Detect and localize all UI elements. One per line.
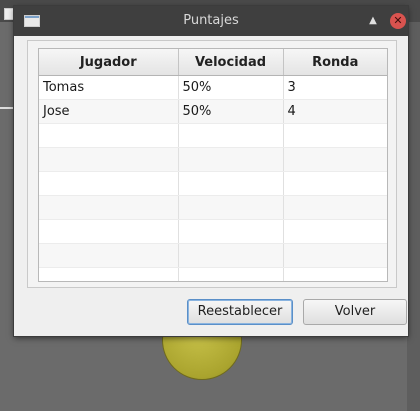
table-cell: [283, 171, 387, 196]
table-cell: [39, 171, 179, 196]
table-cell: [178, 171, 284, 196]
close-icon[interactable]: ✕: [390, 13, 406, 29]
table-cell: [283, 267, 387, 281]
table-cell: [178, 123, 284, 148]
table-row[interactable]: [39, 243, 387, 268]
table-cell: [178, 147, 284, 172]
table-row[interactable]: Jose 50% 4: [39, 99, 387, 124]
table-row[interactable]: [39, 195, 387, 220]
dialog-titlebar[interactable]: Puntajes ▲ ✕: [14, 6, 408, 36]
table-cell: [39, 123, 179, 148]
table-row[interactable]: [39, 123, 387, 148]
table-cell: 4: [283, 99, 387, 124]
table-cell: [39, 267, 179, 281]
table-cell: [283, 147, 387, 172]
column-header-jugador[interactable]: Jugador: [39, 49, 179, 76]
table-cell: [283, 195, 387, 220]
table-row[interactable]: Tomas 50% 3: [39, 75, 387, 100]
table-cell: Tomas: [39, 75, 179, 100]
table-cell: [283, 243, 387, 268]
table-cell: [39, 147, 179, 172]
content-panel: Jugador Velocidad Ronda Tomas 50% 3 Jose 50%…: [27, 40, 397, 288]
table-cell: [39, 195, 179, 220]
maximize-icon[interactable]: ▲: [366, 15, 380, 27]
table-row[interactable]: [39, 171, 387, 196]
dialog-title: Puntajes: [183, 13, 239, 28]
scores-table[interactable]: Jugador Velocidad Ronda Tomas 50% 3 Jose 50%…: [38, 48, 388, 282]
reset-button[interactable]: Reestablecer: [187, 299, 293, 325]
table-cell: [178, 267, 284, 281]
table-cell: Jose: [39, 99, 179, 124]
column-header-ronda[interactable]: Ronda: [283, 49, 387, 76]
table-cell: 50%: [178, 99, 284, 124]
table-row[interactable]: [39, 147, 387, 172]
table-header-row: Jugador Velocidad Ronda: [39, 49, 387, 76]
scores-dialog: Puntajes ▲ ✕ Jugador Velocidad Ronda Tom…: [14, 6, 408, 336]
table-cell: [178, 219, 284, 244]
back-button[interactable]: Volver: [303, 299, 407, 325]
table-cell: [283, 219, 387, 244]
table-cell: [39, 219, 179, 244]
table-cell: [39, 243, 179, 268]
background-window-edge: [407, 22, 420, 411]
table-cell: [178, 195, 284, 220]
table-cell: 50%: [178, 75, 284, 100]
table-row[interactable]: [39, 267, 387, 281]
table-cell: [283, 123, 387, 148]
column-header-velocidad[interactable]: Velocidad: [178, 49, 284, 76]
table-cell: [178, 243, 284, 268]
table-cell: 3: [283, 75, 387, 100]
table-row[interactable]: [39, 219, 387, 244]
background-divider: [0, 107, 14, 109]
